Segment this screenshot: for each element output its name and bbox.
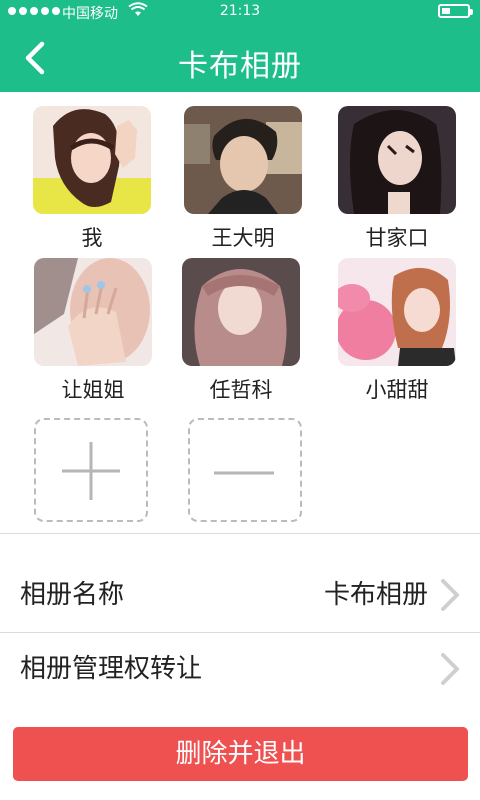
album-name-label: 相册名称 [20, 580, 125, 610]
top-bar: 中国移动 21:13 卡布相册 [0, 0, 480, 92]
chevron-right-icon [441, 579, 459, 611]
transfer-admin-label: 相册管理权转让 [20, 654, 203, 684]
avatar [182, 258, 300, 366]
member-grid: 我 王大明 甘家口 让姐姐 任哲科 小甜甜 [0, 92, 480, 532]
member-name: 让姐姐 [61, 378, 125, 402]
transfer-admin-row[interactable]: 相册管理权转让 [0, 610, 480, 706]
divider [0, 533, 480, 534]
member-name: 我 [81, 226, 103, 250]
plus-icon [62, 442, 120, 500]
member-item[interactable]: 任哲科 [181, 258, 301, 404]
member-item[interactable]: 让姐姐 [33, 258, 153, 404]
avatar [338, 258, 456, 366]
avatar [34, 258, 152, 366]
member-item[interactable]: 我 [32, 106, 152, 252]
page-title: 卡布相册 [178, 49, 302, 84]
member-name: 小甜甜 [365, 378, 429, 402]
delete-and-exit-button[interactable]: 删除并退出 [13, 727, 468, 781]
member-name: 任哲科 [209, 378, 273, 402]
member-name: 甘家口 [365, 226, 429, 250]
member-item[interactable]: 小甜甜 [337, 258, 457, 404]
battery-icon [438, 4, 473, 18]
member-name: 王大明 [211, 226, 275, 250]
minus-icon [214, 471, 274, 475]
status-time: 21:13 [219, 3, 261, 19]
add-member-button[interactable] [34, 418, 148, 522]
avatar [184, 106, 302, 214]
remove-member-button[interactable] [188, 418, 302, 522]
member-item[interactable]: 王大明 [183, 106, 303, 252]
album-name-value: 卡布相册 [323, 580, 428, 610]
chevron-right-icon [441, 653, 459, 685]
member-item[interactable]: 甘家口 [337, 106, 457, 252]
avatar [33, 106, 151, 214]
status-bar: 中国移动 21:13 [0, 0, 480, 24]
nav-bar: 卡布相册 [0, 24, 480, 92]
avatar [338, 106, 456, 214]
